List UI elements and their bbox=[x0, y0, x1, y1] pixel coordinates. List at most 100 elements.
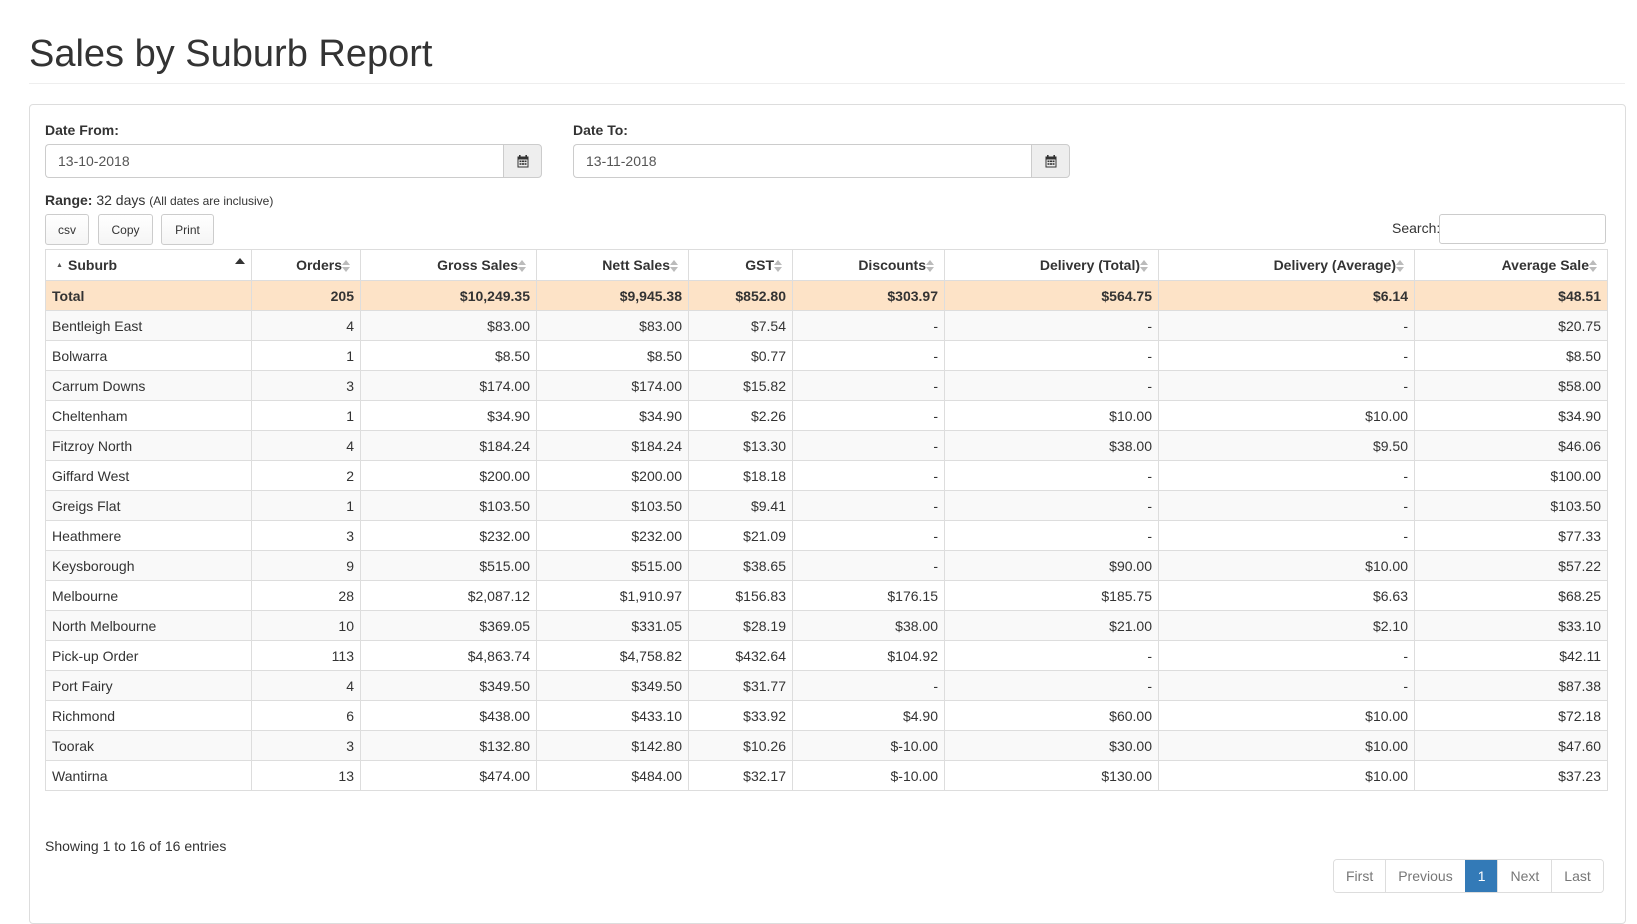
cell-gross-sales: $2,087.12 bbox=[360, 580, 537, 611]
table-row: Toorak 3 $132.80 $142.80 $10.26 $-10.00 $30.00… bbox=[45, 730, 1608, 761]
column-header-orders[interactable]: Orders bbox=[251, 249, 361, 281]
date-to-calendar-button[interactable] bbox=[1031, 144, 1070, 178]
table-row: Melbourne 28 $2,087.12 $1,910.97 $156.83 $176… bbox=[45, 580, 1608, 611]
page-button-first[interactable]: First bbox=[1334, 860, 1386, 892]
cell-gross-sales: $349.50 bbox=[360, 670, 537, 701]
column-header-label: Nett Sales bbox=[602, 257, 670, 273]
cell-delivery-total: - bbox=[944, 670, 1159, 701]
column-header-suburb[interactable]: ▲ Suburb bbox=[45, 249, 252, 281]
print-button[interactable]: Print bbox=[161, 214, 214, 245]
table-row: Fitzroy North 4 $184.24 $184.24 $13.30- $38.0… bbox=[45, 430, 1608, 461]
column-header-label: Gross Sales bbox=[437, 257, 518, 273]
cell-gross-sales: $10,249.35 bbox=[360, 280, 537, 311]
cell-delivery-average: $10.00 bbox=[1158, 730, 1415, 761]
cell-gst: $32.17 bbox=[688, 760, 793, 791]
date-from-calendar-button[interactable] bbox=[503, 144, 542, 178]
column-header-discounts[interactable]: Discounts bbox=[792, 249, 945, 281]
cell-gst: $13.30 bbox=[688, 430, 793, 461]
cell-average-sale: $34.90 bbox=[1414, 400, 1608, 431]
cell-gross-sales: $515.00 bbox=[360, 550, 537, 581]
cell-average-sale: $46.06 bbox=[1414, 430, 1608, 461]
cell-gst: $38.65 bbox=[688, 550, 793, 581]
range-value: 32 days bbox=[96, 192, 146, 208]
cell-average-sale: $58.00 bbox=[1414, 370, 1608, 401]
cell-suburb: Giffard West bbox=[45, 460, 252, 491]
table-row: Wantirna 13 $474.00 $484.00 $32.17 $-10.00 $13… bbox=[45, 760, 1608, 791]
cell-orders: 1 bbox=[251, 340, 361, 371]
search-input[interactable] bbox=[1439, 214, 1606, 244]
page-button-next[interactable]: Next bbox=[1497, 860, 1552, 892]
cell-nett-sales: $515.00 bbox=[536, 550, 689, 581]
cell-gross-sales: $8.50 bbox=[360, 340, 537, 371]
cell-delivery-average: - bbox=[1158, 670, 1415, 701]
cell-orders: 9 bbox=[251, 550, 361, 581]
page-button-last[interactable]: Last bbox=[1551, 860, 1603, 892]
column-header-average-sale[interactable]: Average Sale bbox=[1414, 249, 1608, 281]
cell-discounts: - bbox=[792, 370, 945, 401]
date-to-input[interactable] bbox=[573, 144, 1031, 178]
cell-nett-sales: $83.00 bbox=[536, 310, 689, 341]
sort-both-icon bbox=[1140, 260, 1148, 273]
column-header-delivery-average[interactable]: Delivery (Average) bbox=[1158, 249, 1415, 281]
page-button-previous[interactable]: Previous bbox=[1385, 860, 1465, 892]
cell-nett-sales: $232.00 bbox=[536, 520, 689, 551]
column-header-gross-sales[interactable]: Gross Sales bbox=[360, 249, 537, 281]
cell-average-sale: $57.22 bbox=[1414, 550, 1608, 581]
cell-delivery-total: $30.00 bbox=[944, 730, 1159, 761]
sorted-asc-icon bbox=[235, 258, 245, 264]
cell-suburb: Port Fairy bbox=[45, 670, 252, 701]
cell-discounts: $38.00 bbox=[792, 610, 945, 641]
cell-suburb: Bolwarra bbox=[45, 340, 252, 371]
column-header-label: Delivery (Total) bbox=[1039, 257, 1140, 273]
calendar-icon bbox=[517, 154, 528, 167]
cell-gross-sales: $474.00 bbox=[360, 760, 537, 791]
cell-nett-sales: $8.50 bbox=[536, 340, 689, 371]
cell-gst: $432.64 bbox=[688, 640, 793, 671]
cell-average-sale: $100.00 bbox=[1414, 460, 1608, 491]
cell-delivery-total: - bbox=[944, 370, 1159, 401]
title-divider bbox=[29, 83, 1625, 84]
cell-delivery-average: $6.63 bbox=[1158, 580, 1415, 611]
table-row: Keysborough 9 $515.00 $515.00 $38.65- $90.00 $… bbox=[45, 550, 1608, 581]
cell-delivery-total: $10.00 bbox=[944, 400, 1159, 431]
cell-gross-sales: $369.05 bbox=[360, 610, 537, 641]
cell-suburb: Pick-up Order bbox=[45, 640, 252, 671]
cell-delivery-total: $60.00 bbox=[944, 700, 1159, 731]
cell-nett-sales: $9,945.38 bbox=[536, 280, 689, 311]
cell-average-sale: $87.38 bbox=[1414, 670, 1608, 701]
cell-nett-sales: $349.50 bbox=[536, 670, 689, 701]
cell-gst: $15.82 bbox=[688, 370, 793, 401]
cell-gst: $10.26 bbox=[688, 730, 793, 761]
cell-nett-sales: $142.80 bbox=[536, 730, 689, 761]
table-row: Bolwarra 1 $8.50 $8.50 $0.77- - - $8.50 bbox=[45, 340, 1608, 371]
cell-discounts: - bbox=[792, 550, 945, 581]
cell-delivery-average: - bbox=[1158, 370, 1415, 401]
cell-nett-sales: $103.50 bbox=[536, 490, 689, 521]
cell-orders: 113 bbox=[251, 640, 361, 671]
column-header-gst[interactable]: GST bbox=[688, 249, 793, 281]
column-header-label: Discounts bbox=[858, 257, 926, 273]
date-to-label: Date To: bbox=[573, 122, 628, 138]
total-row: Total 205 $10,249.35 $9,945.38 $852.80 $303.9… bbox=[45, 280, 1608, 311]
sort-both-icon bbox=[670, 260, 678, 273]
cell-discounts: - bbox=[792, 490, 945, 521]
cell-orders: 3 bbox=[251, 730, 361, 761]
cell-orders: 3 bbox=[251, 370, 361, 401]
cell-suburb: Melbourne bbox=[45, 580, 252, 611]
csv-button[interactable]: csv bbox=[45, 214, 89, 245]
column-header-delivery-total[interactable]: Delivery (Total) bbox=[944, 249, 1159, 281]
cell-gst: $28.19 bbox=[688, 610, 793, 641]
cell-delivery-total: $564.75 bbox=[944, 280, 1159, 311]
cell-gst: $31.77 bbox=[688, 670, 793, 701]
copy-button[interactable]: Copy bbox=[98, 214, 153, 245]
cell-suburb: Richmond bbox=[45, 700, 252, 731]
cell-delivery-average: $10.00 bbox=[1158, 700, 1415, 731]
cell-gross-sales: $200.00 bbox=[360, 460, 537, 491]
column-header-nett-sales[interactable]: Nett Sales bbox=[536, 249, 689, 281]
cell-average-sale: $103.50 bbox=[1414, 490, 1608, 521]
cell-gst: $7.54 bbox=[688, 310, 793, 341]
column-header-label: Suburb bbox=[68, 257, 117, 273]
date-from-input[interactable] bbox=[45, 144, 503, 178]
table-row: Carrum Downs 3 $174.00 $174.00 $15.82- - - $58.… bbox=[45, 370, 1608, 401]
page-button-1[interactable]: 1 bbox=[1464, 860, 1498, 892]
